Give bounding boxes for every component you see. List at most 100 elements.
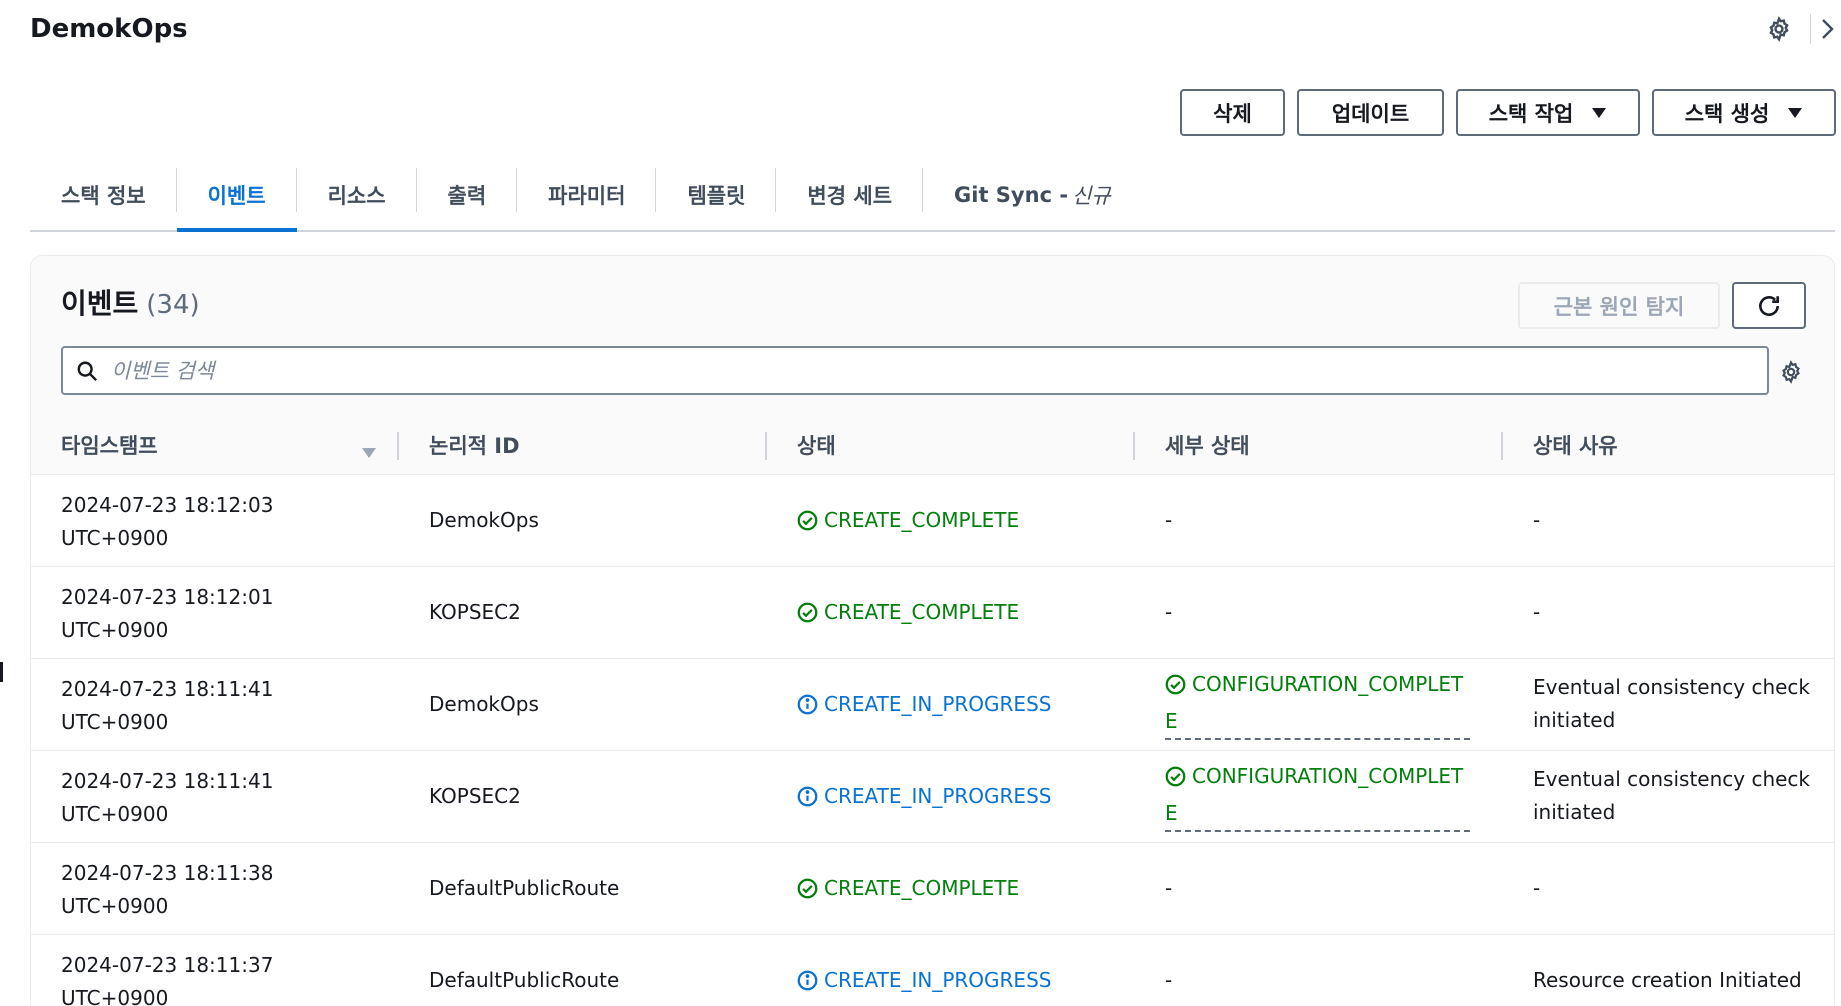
stack-actions-bar: 삭제 업데이트 스택 작업 스택 생성 [1180,89,1836,136]
delete-button-label: 삭제 [1213,101,1252,126]
caret-down-icon [1787,107,1803,119]
timestamp-date: 2024-07-23 18:11:41 [61,769,274,793]
status-reason-cell: - [1503,842,1834,935]
page-title: DemokOps [30,14,188,44]
tab-label: 이벤트 [207,184,266,208]
column-header-timestamp[interactable]: 타임스탬프 [31,416,399,475]
tab-label: 출력 [447,184,487,208]
close-panel-icon[interactable] [1821,14,1841,44]
timestamp-cell: 2024-07-23 18:11:41 UTC+0900 [31,750,399,843]
status-text: CREATE_COMPLETE [824,875,1020,900]
tab-label: 파라미터 [548,184,626,208]
status-cell: CREATE_IN_PROGRESS [767,750,1135,843]
detailed-status-text: CONFIGURATION_COMPLETE [1165,764,1464,825]
events-count: (34) [146,290,200,320]
status-text: CREATE_COMPLETE [824,599,1020,624]
detailed-status-popover[interactable]: CONFIGURATION_COMPLETE [1165,668,1470,740]
detailed-status-cell: - [1135,934,1503,1006]
tab-stack-info[interactable]: 스택 정보 [30,160,177,230]
info-circle-icon [797,694,818,715]
create-stack-label: 스택 생성 [1684,101,1770,126]
detailed-status-cell: - [1135,474,1503,567]
check-circle-icon [797,602,818,623]
tab-change-sets[interactable]: 변경 세트 [776,160,923,230]
logical-id-cell: DemokOps [399,474,767,567]
status-reason-cell: - [1503,566,1834,659]
stack-actions-dropdown[interactable]: 스택 작업 [1456,89,1640,136]
tab-label: 리소스 [327,184,386,208]
timestamp-cell: 2024-07-23 18:11:37 UTC+0900 [31,934,399,1006]
tab-label: 스택 정보 [61,184,146,208]
timestamp-cell: 2024-07-23 18:11:38 UTC+0900 [31,842,399,935]
timestamp-cell: 2024-07-23 18:12:03 UTC+0900 [31,474,399,567]
timestamp-date: 2024-07-23 18:12:01 [61,585,274,609]
status-text: CREATE_IN_PROGRESS [824,967,1052,992]
logical-id-cell: KOPSEC2 [399,566,767,659]
detailed-status-popover[interactable]: CONFIGURATION_COMPLETE [1165,760,1470,832]
tab-parameters[interactable]: 파라미터 [517,160,657,230]
status-cell: CREATE_COMPLETE [767,474,1135,567]
sort-descending-icon[interactable] [361,440,377,464]
tab-template[interactable]: 템플릿 [656,160,777,230]
status-text: CREATE_COMPLETE [824,507,1020,532]
delete-button[interactable]: 삭제 [1180,89,1285,136]
stack-actions-label: 스택 작업 [1488,101,1574,126]
events-table: 타임스탬프 논리적 ID 상태 세부 상태 상태 사유 2024-07-23 1… [31,416,1834,1006]
column-header-logical-id[interactable]: 논리적 ID [399,416,767,475]
update-button[interactable]: 업데이트 [1297,89,1444,136]
tab-outputs[interactable]: 출력 [417,160,518,230]
timestamp-date: 2024-07-23 18:11:37 [61,953,274,977]
tab-resources[interactable]: 리소스 [297,160,417,230]
column-label: 상태 [797,433,836,458]
logical-id-cell: KOPSEC2 [399,750,767,843]
table-row: 2024-07-23 18:11:38 UTC+0900 DefaultPubli… [31,842,1834,935]
tab-label: 변경 세트 [807,184,893,208]
events-title: 이벤트 [61,287,139,320]
caret-down-icon [1591,107,1607,119]
check-circle-icon [797,878,818,899]
detailed-status-cell: - [1135,566,1503,659]
status-cell: CREATE_COMPLETE [767,566,1135,659]
check-circle-icon [1165,672,1186,705]
search-icon [63,360,111,382]
table-row: 2024-07-23 18:11:37 UTC+0900 DefaultPubli… [31,934,1834,1006]
check-circle-icon [1165,764,1186,797]
column-header-status-reason[interactable]: 상태 사유 [1503,416,1834,475]
table-preferences-gear-icon[interactable] [1771,352,1811,392]
status-reason-cell: - [1503,474,1834,567]
gear-icon[interactable] [1764,14,1794,44]
tab-label: 템플릿 [687,184,746,208]
column-header-detailed-status[interactable]: 세부 상태 [1135,416,1503,475]
status-text: CREATE_IN_PROGRESS [824,783,1052,808]
column-label: 세부 상태 [1165,433,1250,458]
timestamp-tz: UTC+0900 [61,710,169,734]
detailed-status-cell: - [1135,842,1503,935]
detailed-status-text: CONFIGURATION_COMPLETE [1165,672,1464,733]
timestamp-tz: UTC+0900 [61,618,169,642]
search-input[interactable] [111,358,1711,383]
tab-git-sync[interactable]: Git Sync - 신규 [923,160,1142,230]
logical-id-cell: DemokOps [399,658,767,751]
divider [1810,14,1811,44]
new-tag: 신규 [1072,184,1111,208]
timestamp-date: 2024-07-23 18:11:38 [61,861,274,885]
table-row: 2024-07-23 18:11:41 UTC+0900 DemokOps CRE… [31,658,1834,751]
status-text: CREATE_IN_PROGRESS [824,691,1052,716]
timestamp-tz: UTC+0900 [61,526,169,550]
status-reason-cell: Resource creation Initiated [1503,934,1834,1006]
refresh-button[interactable] [1732,282,1806,329]
tab-events[interactable]: 이벤트 [176,160,297,232]
tab-label: Git Sync - [954,183,1069,207]
create-stack-dropdown[interactable]: 스택 생성 [1652,89,1836,136]
table-row: 2024-07-23 18:12:03 UTC+0900 DemokOps CRE… [31,474,1834,567]
timestamp-tz: UTC+0900 [61,802,169,826]
column-header-status[interactable]: 상태 [767,416,1135,475]
timestamp-date: 2024-07-23 18:11:41 [61,677,274,701]
timestamp-date: 2024-07-23 18:12:03 [61,493,274,517]
root-cause-button[interactable]: 근본 원인 탐지 [1518,282,1720,329]
edge-marker [0,662,3,682]
refresh-icon [1756,293,1782,319]
info-circle-icon [797,970,818,991]
root-cause-label: 근본 원인 탐지 [1553,294,1685,319]
column-label: 상태 사유 [1533,433,1618,458]
